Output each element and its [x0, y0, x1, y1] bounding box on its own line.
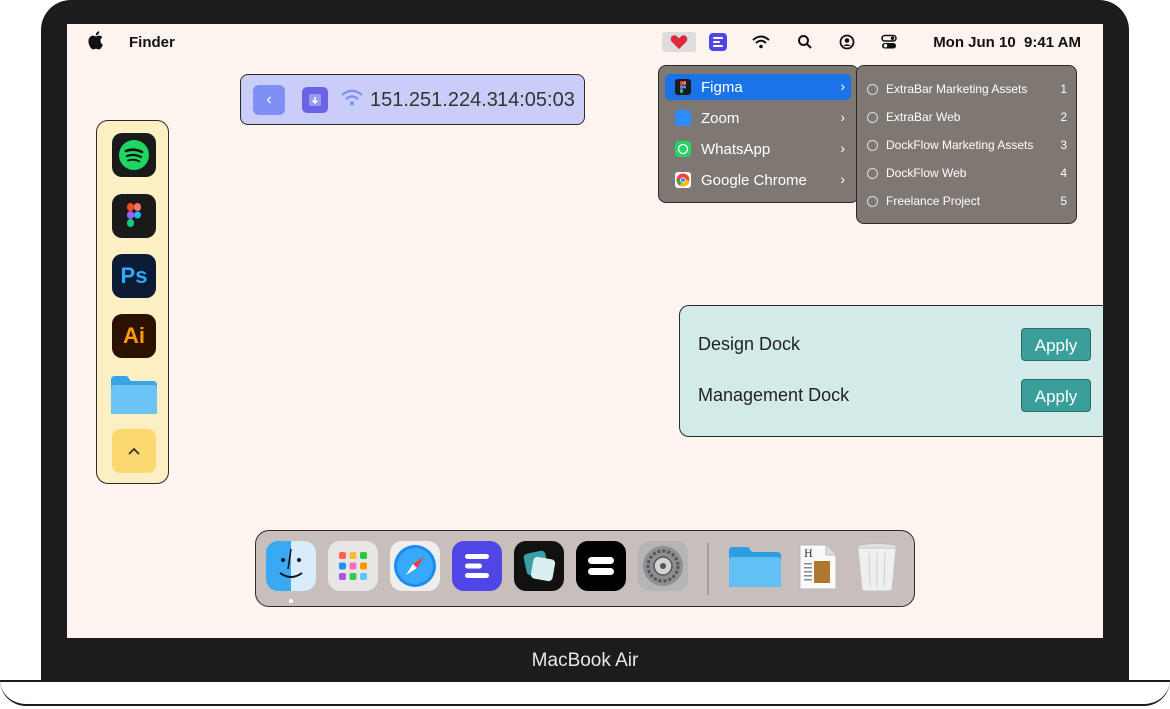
- ip-address: 151.251.224.3: [370, 89, 498, 111]
- download-box-icon[interactable]: [302, 87, 328, 113]
- apple-icon[interactable]: [87, 30, 105, 50]
- project-submenu: ExtraBar Marketing Assets 1 ExtraBar Web…: [856, 65, 1077, 224]
- link-icon: [867, 196, 878, 207]
- link-icon: [867, 140, 878, 151]
- back-button[interactable]: ‹: [253, 85, 285, 115]
- menu-item-figma[interactable]: Figma ›: [665, 74, 851, 100]
- menubar: Finder Mon Jun 10 9:41 AM: [67, 24, 1103, 60]
- chevron-right-icon: ›: [840, 171, 845, 187]
- apply-button[interactable]: Apply: [1021, 328, 1091, 361]
- dock: H: [255, 530, 915, 607]
- wifi-icon[interactable]: [751, 32, 771, 52]
- dockflow-app-icon[interactable]: [576, 541, 626, 591]
- chevron-left-icon: ‹: [266, 91, 272, 108]
- menu-item-whatsapp[interactable]: WhatsApp ›: [665, 136, 851, 162]
- apply-button[interactable]: Apply: [1021, 379, 1091, 412]
- device-label: MacBook Air: [531, 650, 639, 671]
- heart-icon[interactable]: [662, 32, 696, 52]
- side-dock: Ps Ai: [96, 120, 169, 484]
- extrabar-icon[interactable]: [708, 32, 728, 52]
- link-icon: [867, 84, 878, 95]
- running-indicator: [289, 599, 293, 603]
- illustrator-icon[interactable]: Ai: [112, 314, 156, 358]
- control-center-icon[interactable]: [879, 32, 899, 52]
- user-icon[interactable]: [837, 32, 857, 52]
- launchpad-icon[interactable]: [328, 541, 378, 591]
- chrome-icon: [675, 172, 691, 188]
- zoom-icon: [675, 110, 691, 126]
- folder-icon[interactable]: [109, 374, 159, 418]
- finder-icon[interactable]: [266, 541, 316, 591]
- chevron-right-icon: ›: [840, 140, 845, 156]
- menu-item-google-chrome[interactable]: Google Chrome ›: [665, 167, 851, 193]
- chevron-right-icon: ›: [840, 109, 845, 125]
- submenu-item[interactable]: DockFlow Web 4: [867, 165, 1067, 185]
- system-settings-icon[interactable]: [638, 541, 688, 591]
- extrabar-app-icon[interactable]: [452, 541, 502, 591]
- search-icon[interactable]: [795, 32, 815, 52]
- active-app-name[interactable]: Finder: [129, 34, 175, 51]
- laptop-base: [0, 680, 1170, 706]
- dock-preset-label: Management Dock: [698, 385, 850, 405]
- current-time: 14:05:03: [497, 89, 575, 111]
- network-widget: ‹ 151.251.224.3 14:05:03: [240, 74, 585, 125]
- dock-presets-panel: Design Dock Apply Management Dock Apply: [679, 305, 1103, 437]
- link-icon: [867, 168, 878, 179]
- figma-icon[interactable]: [112, 194, 156, 238]
- screens-app-icon[interactable]: [514, 541, 564, 591]
- dock-separator: [707, 543, 709, 595]
- expand-up-button[interactable]: [112, 429, 156, 473]
- app-menu: Figma › Zoom › WhatsApp › Google Chrome …: [658, 65, 859, 203]
- document-icon[interactable]: H: [796, 541, 840, 591]
- submenu-item[interactable]: ExtraBar Web 2: [867, 109, 1067, 129]
- chevron-right-icon: ›: [840, 78, 845, 94]
- submenu-item[interactable]: DockFlow Marketing Assets 3: [867, 137, 1067, 157]
- folder-icon[interactable]: [726, 541, 784, 591]
- link-icon: [867, 112, 878, 123]
- desktop-screen: Finder Mon Jun 10 9:41 AM ‹ 151.251.224.…: [67, 24, 1103, 638]
- menu-item-zoom[interactable]: Zoom ›: [665, 105, 851, 131]
- chevron-up-icon: [128, 447, 140, 455]
- svg-text:H: H: [804, 549, 813, 560]
- whatsapp-icon: [675, 141, 691, 157]
- menubar-clock[interactable]: Mon Jun 10 9:41 AM: [933, 34, 1081, 51]
- wifi-signal-icon: [341, 89, 363, 106]
- photoshop-icon[interactable]: Ps: [112, 254, 156, 298]
- figma-icon: [675, 79, 691, 95]
- spotify-icon[interactable]: [112, 133, 156, 177]
- dock-preset-label: Design Dock: [698, 334, 801, 354]
- submenu-item[interactable]: ExtraBar Marketing Assets 1: [867, 81, 1067, 101]
- safari-icon[interactable]: [390, 541, 440, 591]
- trash-icon[interactable]: [854, 541, 900, 592]
- submenu-item[interactable]: Freelance Project 5: [867, 193, 1067, 213]
